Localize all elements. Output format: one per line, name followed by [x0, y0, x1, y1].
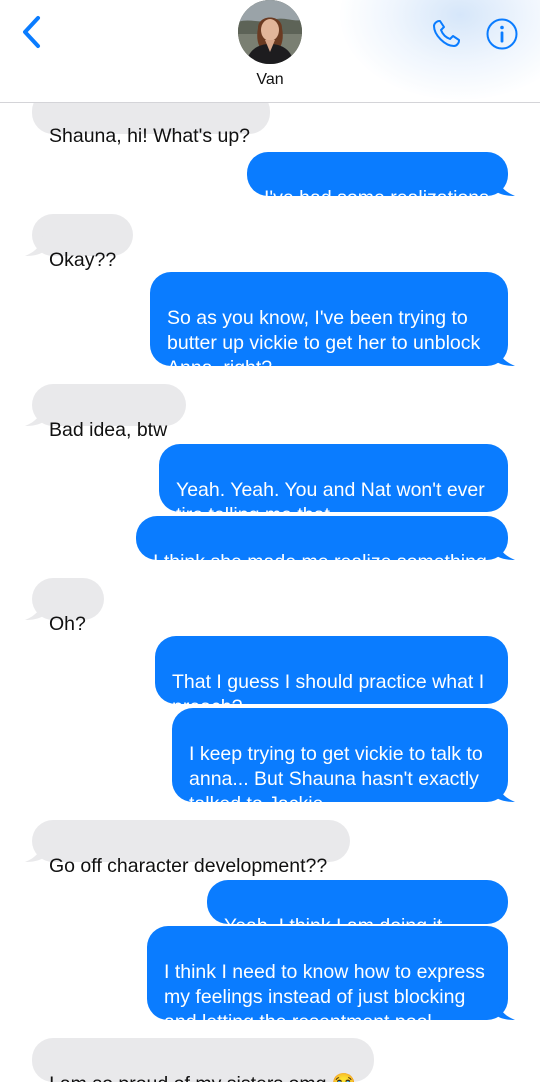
- message-text: I've had some realizations: [264, 187, 489, 209]
- bubble-tail: [493, 782, 515, 802]
- info-icon: [486, 18, 518, 50]
- phone-icon: [433, 20, 460, 47]
- message-bubble-sent[interactable]: That I guess I should practice what I pr…: [155, 636, 508, 718]
- message-bubble-received[interactable]: I am so proud of my sisters omg 😭: [32, 1038, 374, 1082]
- bubble-tail: [25, 406, 47, 426]
- message-bubble-received[interactable]: Oh?: [25, 578, 104, 635]
- conversation-header: Van: [0, 0, 540, 103]
- bubble-tail: [25, 600, 47, 620]
- avatar-photo: [238, 0, 302, 64]
- message-bubble-sent[interactable]: I keep trying to get vickie to talk to a…: [172, 708, 515, 815]
- message-text: Go off character development??: [49, 855, 328, 877]
- messages-screen: Shauna, hi! What's up? I've had some rea…: [0, 0, 540, 1082]
- bubble-tail: [25, 842, 47, 862]
- bubble-tail: [493, 176, 515, 196]
- info-button[interactable]: [484, 16, 520, 52]
- message-text: I keep trying to get vickie to talk to a…: [189, 743, 483, 815]
- bubble-tail: [493, 540, 515, 560]
- message-text: Oh?: [49, 613, 86, 635]
- message-bubble-received[interactable]: Okay??: [25, 214, 133, 271]
- bubble-tail: [493, 1000, 515, 1020]
- message-bubble-received[interactable]: Go off character development??: [25, 820, 350, 877]
- message-bubble-sent[interactable]: Yeah. Yeah. You and Nat won't ever tire …: [159, 444, 508, 526]
- message-thread[interactable]: Shauna, hi! What's up? I've had some rea…: [0, 0, 540, 1082]
- contact-name[interactable]: Van: [0, 71, 540, 89]
- message-bubble-sent[interactable]: Yeah. I think I am doing it, Van!: [207, 880, 508, 962]
- message-bubble-sent[interactable]: I think I need to know how to express my…: [147, 926, 515, 1033]
- message-text: I am so proud of my sisters omg 😭: [49, 1073, 356, 1082]
- bubble-tail: [25, 236, 47, 256]
- message-text: Okay??: [49, 249, 117, 271]
- message-text: Bad idea, btw: [49, 419, 168, 441]
- message-bubble-sent[interactable]: I've had some realizations: [247, 152, 515, 209]
- message-text: I think she made me realize something: [153, 551, 487, 573]
- message-text: I think I need to know how to express my…: [164, 961, 485, 1033]
- call-button[interactable]: [428, 16, 464, 52]
- avatar[interactable]: [238, 0, 302, 64]
- message-bubble-sent[interactable]: I think she made me realize something: [136, 516, 515, 573]
- message-text: So as you know, I've been trying to butt…: [167, 307, 481, 379]
- message-text: Shauna, hi! What's up?: [49, 125, 251, 147]
- bubble-tail: [493, 346, 515, 366]
- chevron-left-icon: [23, 16, 40, 48]
- message-bubble-received[interactable]: Bad idea, btw: [25, 384, 186, 441]
- message-bubble-sent[interactable]: So as you know, I've been trying to butt…: [150, 272, 515, 379]
- back-button[interactable]: [14, 14, 48, 50]
